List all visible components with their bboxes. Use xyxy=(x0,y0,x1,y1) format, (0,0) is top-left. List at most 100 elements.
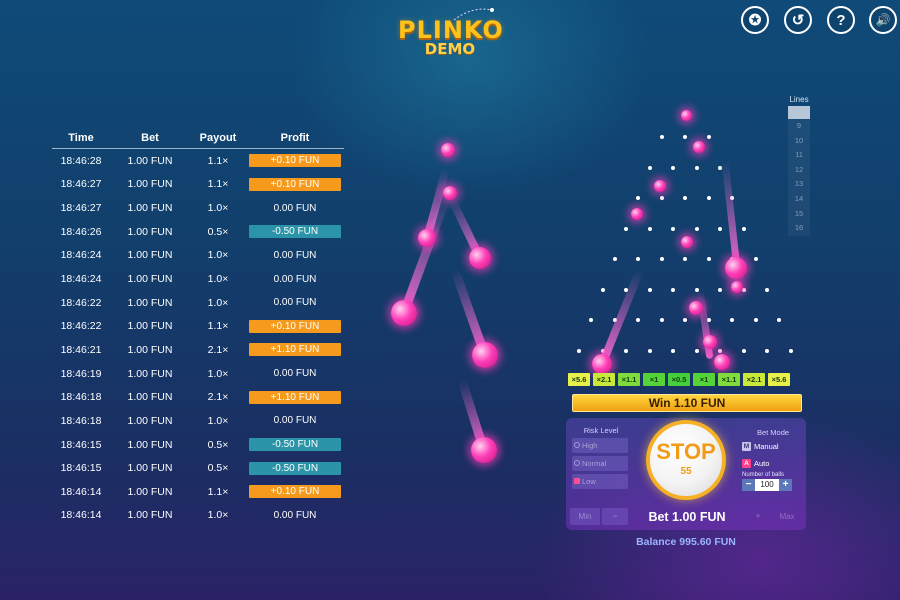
peg xyxy=(624,348,629,353)
peg xyxy=(718,348,723,353)
history-row: 18:46:21 1.00 FUN 2.1× +1.10 FUN xyxy=(52,338,344,362)
bet-minus-button[interactable]: − xyxy=(602,508,628,525)
row-payout: 1.1× xyxy=(207,154,229,167)
risk-normal-label: Normal xyxy=(582,459,607,468)
risk-low-button[interactable]: Low xyxy=(572,474,628,489)
risk-high-icon xyxy=(574,442,580,448)
ball xyxy=(592,354,612,374)
lines-option[interactable]: 15 xyxy=(788,206,810,222)
row-time: 18:46:26 xyxy=(60,225,102,238)
row-time: 18:46:22 xyxy=(60,296,102,309)
stop-label: STOP xyxy=(656,439,716,464)
row-profit-cell: -0.50 FUN xyxy=(246,225,344,239)
history-icon[interactable]: ↺ xyxy=(784,6,812,34)
row-bet: 1.00 FUN xyxy=(127,154,173,167)
bet-history-table: Time Bet Payout Profit 18:46:28 1.00 FUN 1… xyxy=(52,132,344,527)
lines-option[interactable]: 16 xyxy=(788,221,810,236)
lines-option[interactable]: 13 xyxy=(788,177,810,192)
ball xyxy=(680,109,692,121)
row-profit-cell: +0.10 FUN xyxy=(246,319,344,333)
row-time: 18:46:24 xyxy=(60,273,102,286)
peg xyxy=(612,257,617,261)
ball xyxy=(725,257,747,279)
ball-trail xyxy=(721,159,741,269)
trophy-icon[interactable]: ✪ xyxy=(741,6,769,34)
peg xyxy=(636,196,640,200)
row-profit-cell: 0.00 FUN xyxy=(246,273,344,286)
sound-icon[interactable]: 🔊 xyxy=(869,6,897,34)
peg xyxy=(718,287,723,292)
row-bet: 1.00 FUN xyxy=(127,509,173,522)
lines-selected[interactable] xyxy=(788,106,810,119)
peg xyxy=(753,318,758,322)
peg xyxy=(683,135,687,139)
row-payout: 1.0× xyxy=(207,296,229,309)
risk-high-button[interactable]: High xyxy=(572,438,628,453)
risk-level: Risk Level High Normal Low xyxy=(570,426,632,492)
stop-button[interactable]: STOP 55 xyxy=(646,420,726,500)
plinko-logo: PLINKO DEMO xyxy=(398,18,503,58)
row-profit: -0.50 FUN xyxy=(249,225,341,239)
number-of-balls-label: Number of balls xyxy=(742,472,785,478)
row-time: 18:46:15 xyxy=(60,438,102,451)
peg xyxy=(600,287,605,292)
history-row: 18:46:22 1.00 FUN 1.1× +0.10 FUN xyxy=(52,314,344,338)
multiplier-slot: ×1 xyxy=(693,373,715,386)
ball xyxy=(391,300,417,326)
multiplier-slot: ×0.5 xyxy=(668,373,690,386)
ball xyxy=(443,186,457,200)
trophy-glyph: ✪ xyxy=(748,12,762,29)
peg xyxy=(765,287,770,292)
risk-normal-button[interactable]: Normal xyxy=(572,456,628,471)
lines-option[interactable]: 9 xyxy=(788,119,810,134)
bet-max-button[interactable]: Max xyxy=(772,508,802,525)
auto-label: Auto xyxy=(754,459,770,468)
history-row: 18:46:19 1.00 FUN 1.0× 0.00 FUN xyxy=(52,362,344,386)
manual-key-icon: M xyxy=(742,442,751,451)
lines-selector: Lines 9 10 11 12 13 14 15 16 xyxy=(788,95,810,236)
help-icon[interactable]: ? xyxy=(827,6,855,34)
history-row: 18:46:15 1.00 FUN 0.5× -0.50 FUN xyxy=(52,456,344,480)
balance: Balance 995.60 FUN xyxy=(636,536,736,548)
peg xyxy=(647,348,652,353)
peg xyxy=(683,318,687,322)
row-time: 18:46:14 xyxy=(60,485,102,498)
lines-option[interactable]: 12 xyxy=(788,162,810,178)
header-payout: Payout xyxy=(199,132,237,144)
peg xyxy=(718,226,723,231)
peg xyxy=(659,318,664,322)
row-payout: 0.5× xyxy=(207,225,229,238)
peg xyxy=(706,196,711,200)
peg xyxy=(730,318,734,322)
help-glyph: ? xyxy=(836,11,846,29)
bet-row: Min − Bet 1.00 FUN + Max xyxy=(566,506,806,528)
bet-plus-button[interactable]: + xyxy=(746,508,770,525)
number-of-balls-stepper: − 100 + xyxy=(742,479,804,491)
lines-option[interactable]: 11 xyxy=(788,148,810,163)
ball xyxy=(471,437,497,463)
peg xyxy=(694,348,699,353)
balls-count-field[interactable]: 100 xyxy=(755,479,779,491)
row-bet: 1.00 FUN xyxy=(127,367,173,380)
row-time: 18:46:27 xyxy=(60,202,102,215)
row-profit: 0.00 FUN xyxy=(273,202,317,214)
balls-minus-button[interactable]: − xyxy=(742,479,755,491)
history-row: 18:46:14 1.00 FUN 1.0× 0.00 FUN xyxy=(52,504,344,528)
lines-option[interactable]: 14 xyxy=(788,191,810,207)
multiplier-slot: ×1.1 xyxy=(718,373,740,386)
row-time: 18:46:21 xyxy=(60,343,102,356)
mode-auto-button[interactable]: A Auto xyxy=(742,456,804,471)
bet-min-button[interactable]: Min xyxy=(570,508,600,525)
row-payout: 1.0× xyxy=(207,367,229,380)
history-body: 18:46:28 1.00 FUN 1.1× +0.10 FUN 18:46:27 1.0… xyxy=(52,149,344,527)
peg xyxy=(647,226,652,231)
plinko-board xyxy=(560,100,810,380)
peg xyxy=(636,257,640,261)
balls-plus-button[interactable]: + xyxy=(779,479,792,491)
peg xyxy=(636,318,640,322)
row-payout: 0.5× xyxy=(207,462,229,475)
peg xyxy=(671,348,676,353)
row-bet: 1.00 FUN xyxy=(127,249,173,262)
lines-option[interactable]: 10 xyxy=(788,133,810,149)
mode-manual-button[interactable]: M Manual xyxy=(742,439,804,454)
